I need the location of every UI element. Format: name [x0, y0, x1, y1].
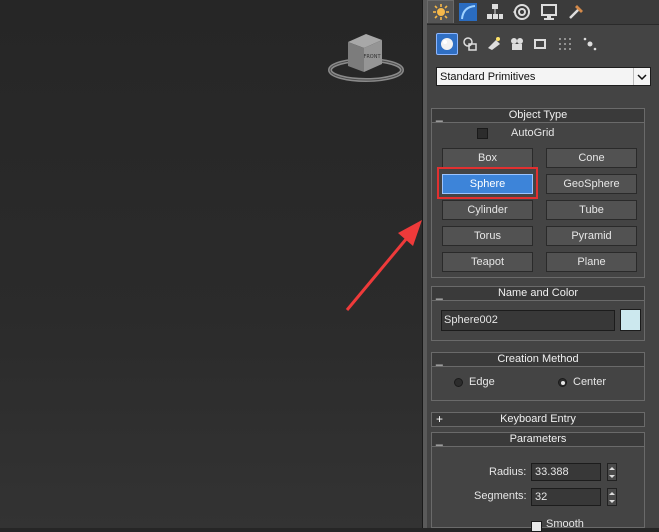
- category-geometry[interactable]: [436, 33, 458, 55]
- teapot-button[interactable]: Teapot: [442, 252, 533, 272]
- rollout-title: Creation Method: [497, 353, 579, 365]
- tube-button[interactable]: Tube: [546, 200, 637, 220]
- cone-button[interactable]: Cone: [546, 148, 637, 168]
- category-lights[interactable]: [483, 33, 505, 55]
- tab-display[interactable]: [535, 0, 562, 23]
- chevron-down-icon: [633, 68, 650, 85]
- edge-radio[interactable]: [454, 378, 463, 387]
- category-space-warps[interactable]: [554, 33, 576, 55]
- rollout-title: Name and Color: [497, 287, 579, 299]
- radius-field[interactable]: 33.388: [531, 463, 601, 481]
- collapse-icon: _: [436, 352, 443, 366]
- geometry-icon: [441, 38, 453, 50]
- pyramid-button[interactable]: Pyramid: [546, 226, 637, 246]
- cameras-icon: [511, 38, 523, 50]
- rollout-object-type-header[interactable]: _ Object Type: [431, 108, 645, 123]
- create-icon: [432, 4, 449, 20]
- radius-label: Radius:: [489, 466, 527, 478]
- smooth-checkbox[interactable]: [531, 521, 542, 532]
- category-systems[interactable]: [579, 33, 601, 55]
- object-name-field[interactable]: Sphere002: [441, 310, 615, 331]
- annotation-highlight-box: [437, 167, 538, 199]
- rollout-creation-method-body: [431, 367, 645, 401]
- rollout-parameters-header[interactable]: _ Parameters: [431, 432, 645, 447]
- collapse-icon: _: [436, 108, 443, 122]
- center-radio-label: Center: [573, 376, 607, 388]
- helpers-icon: [534, 39, 546, 49]
- rollout-title: Object Type: [508, 109, 568, 121]
- category-shapes[interactable]: [459, 33, 481, 55]
- utilities-icon: [568, 4, 583, 19]
- rollout-name-color-header[interactable]: _ Name and Color: [431, 286, 645, 301]
- tab-utilities[interactable]: [562, 0, 589, 23]
- lights-icon: [488, 37, 500, 50]
- primitives-dropdown[interactable]: Standard Primitives: [436, 67, 651, 86]
- expand-icon: +: [436, 412, 444, 426]
- tab-motion[interactable]: [508, 0, 535, 23]
- viewcube-icon[interactable]: FRONT: [326, 30, 408, 90]
- segments-spinner[interactable]: [607, 488, 617, 506]
- segments-label: Segments:: [474, 490, 527, 502]
- motion-icon: [512, 3, 530, 20]
- object-color-swatch[interactable]: [620, 309, 641, 331]
- rollout-title: Parameters: [509, 433, 567, 445]
- collapse-icon: _: [436, 286, 443, 300]
- radius-spinner[interactable]: [607, 463, 617, 481]
- category-helpers[interactable]: [529, 33, 551, 55]
- command-panel-tabs: [427, 0, 659, 25]
- tab-modify[interactable]: [454, 0, 481, 23]
- tab-create[interactable]: [427, 0, 454, 23]
- segments-field[interactable]: 32: [531, 488, 601, 506]
- dropdown-value: Standard Primitives: [440, 70, 536, 83]
- autogrid-checkbox[interactable]: [477, 128, 488, 139]
- edge-radio-label: Edge: [469, 376, 495, 388]
- torus-button[interactable]: Torus: [442, 226, 533, 246]
- tab-hierarchy[interactable]: [481, 0, 508, 23]
- systems-icon: [583, 37, 597, 51]
- viewport-perspective[interactable]: FRONT: [0, 0, 422, 528]
- center-radio[interactable]: [558, 378, 567, 387]
- box-button[interactable]: Box: [442, 148, 533, 168]
- cylinder-button[interactable]: Cylinder: [442, 200, 533, 220]
- plane-button[interactable]: Plane: [546, 252, 637, 272]
- smooth-label: Smooth: [546, 518, 584, 530]
- autogrid-label: AutoGrid: [511, 127, 555, 139]
- command-panel: Standard Primitives _ Object Type AutoGr…: [427, 0, 659, 532]
- hierarchy-icon: [486, 3, 503, 19]
- modify-icon: [458, 2, 477, 21]
- rollout-keyboard-entry-header[interactable]: + Keyboard Entry: [431, 412, 645, 427]
- collapse-icon: _: [436, 432, 443, 446]
- viewcube-face-label: FRONT: [363, 54, 381, 60]
- shapes-icon: [463, 37, 477, 51]
- display-icon: [540, 3, 557, 20]
- space-warps-icon: [559, 38, 571, 50]
- geosphere-button[interactable]: GeoSphere: [546, 174, 637, 194]
- rollout-title: Keyboard Entry: [500, 413, 576, 425]
- rollout-creation-method-header[interactable]: _ Creation Method: [431, 352, 645, 367]
- create-category-row: [427, 30, 659, 58]
- category-cameras[interactable]: [506, 33, 528, 55]
